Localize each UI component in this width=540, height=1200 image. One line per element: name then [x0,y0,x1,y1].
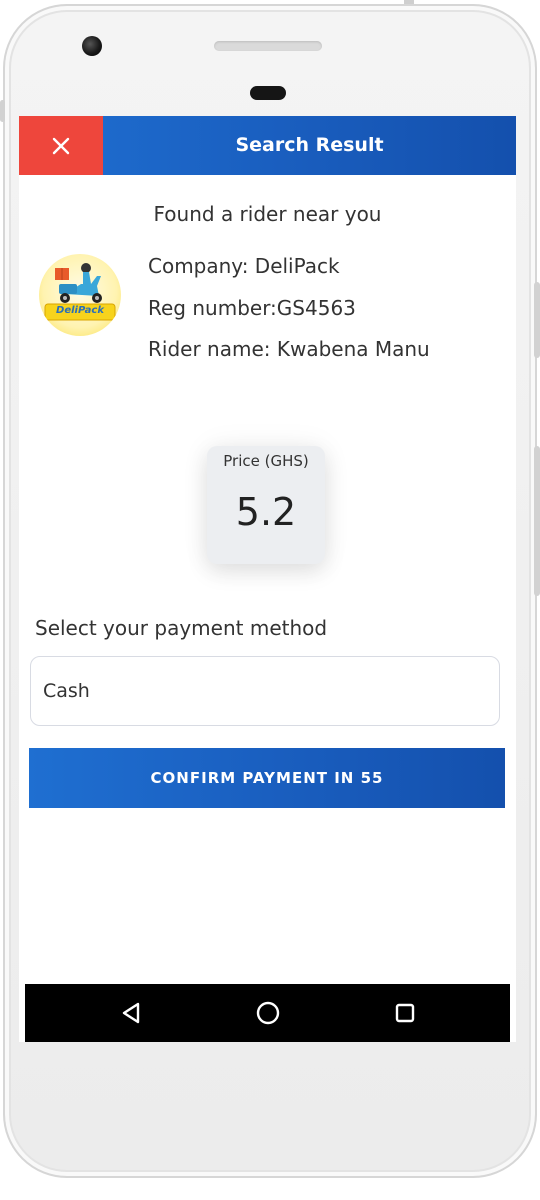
app-bar: Search Result [19,116,516,175]
device-mockup: Search Result Found a rider near you Del… [0,0,540,1200]
payment-method-field[interactable] [30,656,500,726]
phone-volume-button [534,282,540,358]
price-card: Price (GHS) 5.2 [207,446,325,564]
logo-wordmark: DeliPack [56,305,104,316]
found-rider-heading: Found a rider near you [153,202,382,226]
earpiece-speaker [214,41,322,51]
price-label: Price (GHS) [223,452,309,470]
nav-recents-button[interactable] [389,997,421,1029]
phone-power-button [534,446,540,596]
delipack-logo-icon [44,263,116,321]
home-circle-icon [256,1001,280,1025]
front-camera [82,36,102,56]
back-triangle-icon [122,1002,140,1024]
rider-name-text: Rider name: Kwabena Manu [148,337,430,361]
proximity-sensor [250,86,286,100]
price-value: 5.2 [235,490,297,534]
company-logo: DeliPack [39,254,121,336]
confirm-payment-button[interactable]: CONFIRM PAYMENT IN 55 [29,748,505,808]
reg-number-text: Reg number:GS4563 [148,296,356,320]
company-text: Company: DeliPack [148,254,340,278]
nav-home-button[interactable] [252,997,284,1029]
close-button[interactable] [19,116,103,175]
android-nav-bar [25,984,510,1042]
payment-method-label: Select your payment method [35,616,328,640]
app-screen: Search Result Found a rider near you Del… [19,116,516,1042]
nav-back-button[interactable] [115,997,147,1029]
close-icon [52,137,70,154]
recents-square-icon [395,1003,415,1023]
page-title: Search Result [235,134,384,156]
phone-left-button [0,100,5,122]
